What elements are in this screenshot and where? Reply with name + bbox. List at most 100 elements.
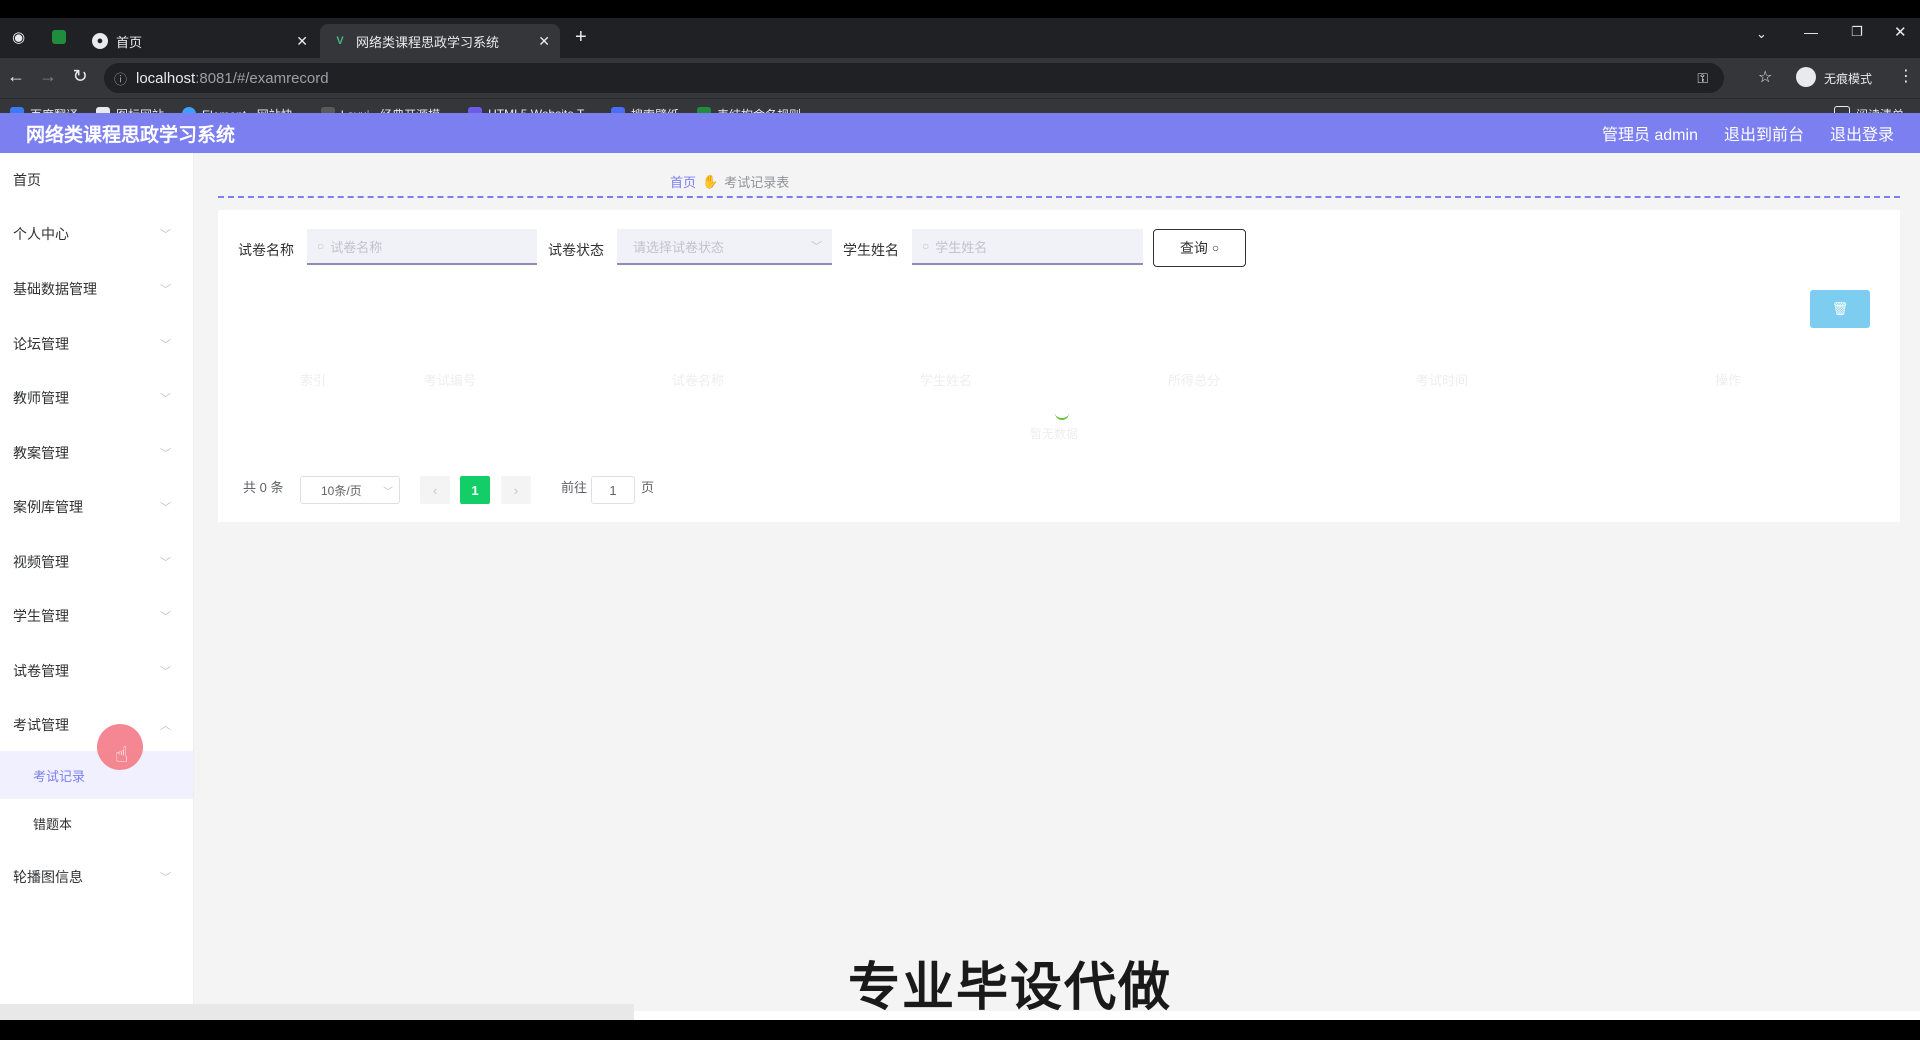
- breadcrumb-current: 考试记录表: [724, 175, 790, 190]
- column-header-index: 索引: [300, 373, 327, 388]
- app-header: 网络类课程思政学习系统 管理员 admin 退出到前台 退出登录: [0, 113, 1920, 153]
- prev-page-button[interactable]: ‹: [420, 476, 450, 504]
- delete-button[interactable]: 🗑: [1810, 290, 1870, 328]
- incognito-icon[interactable]: [1796, 67, 1816, 87]
- tab-home[interactable]: ● 首页 ✕: [80, 24, 318, 58]
- sidebar: 首页 个人中心 ﹀ 基础数据管理 ﹀ 论坛管理 ﹀ 教师管理 ﹀ 教案管理 ﹀ 案例库管理…: [0, 153, 194, 1011]
- paper-status-select[interactable]: 请选择试卷状态 ﹀: [617, 229, 832, 265]
- column-header-exam-id[interactable]: 考试编号: [424, 370, 476, 389]
- column-header-student-name[interactable]: 学生姓名: [920, 370, 972, 389]
- search-icon: ○: [317, 239, 325, 253]
- goto-suffix: 页: [641, 480, 655, 495]
- chevron-down-icon: ﹀: [160, 448, 171, 460]
- paper-name-input[interactable]: ○ 试卷名称: [307, 229, 537, 265]
- divider: [218, 196, 1900, 198]
- column-header-exam-time[interactable]: 考试时间: [1416, 370, 1468, 389]
- chevron-down-icon: ﹀: [383, 486, 393, 498]
- status-bar: [0, 1004, 634, 1020]
- chevron-down-icon: ﹀: [160, 872, 171, 884]
- vue-icon: V: [336, 35, 344, 47]
- forward-icon[interactable]: →: [36, 66, 60, 87]
- sidebar-item-videos[interactable]: 视频管理 ﹀: [0, 535, 193, 589]
- globe-icon: ●: [92, 33, 108, 49]
- sidebar-item-home[interactable]: 首页: [0, 153, 193, 207]
- app-title: 网络类课程思政学习系统: [26, 124, 236, 146]
- sidebar-item-case-library[interactable]: 案例库管理 ﹀: [0, 480, 193, 534]
- page-size-select[interactable]: 10条/页 ﹀: [300, 476, 400, 504]
- next-page-button[interactable]: ›: [501, 476, 531, 504]
- chevron-down-icon: ﹀: [160, 502, 171, 514]
- address-bar: ← → ↻ ⓘ localhost:8081/#/examrecord ⚿ ☆ …: [0, 58, 1920, 98]
- os-top-bar: [0, 0, 1920, 18]
- goto-prefix: 前往: [561, 480, 588, 495]
- tab-home-title: 首页: [116, 34, 143, 50]
- reload-icon[interactable]: ↻: [68, 66, 92, 87]
- browser-tab-strip: ◉ ● 首页 ✕ V 网络类课程思政学习系统 ✕ + ⌄ — ❐ ✕: [0, 18, 1920, 58]
- chevron-down-icon[interactable]: ⌄: [1756, 26, 1767, 42]
- empty-text: 暂无数据: [1030, 427, 1079, 441]
- watermark-text: 专业毕设代做: [848, 959, 1173, 1017]
- bell-icon: ✋: [702, 173, 719, 189]
- records-table: [230, 345, 1882, 465]
- chevron-down-icon: ﹀: [160, 393, 171, 405]
- restore-icon[interactable]: ❐: [1851, 24, 1863, 40]
- hand-cursor-icon: ☝: [115, 742, 129, 767]
- chevron-down-icon: ﹀: [160, 339, 171, 351]
- sidebar-item-personal[interactable]: 个人中心 ﹀: [0, 207, 193, 261]
- close-icon[interactable]: ✕: [296, 33, 308, 50]
- sidebar-item-papers[interactable]: 试卷管理 ﹀: [0, 644, 193, 698]
- chevron-down-icon: ﹀: [160, 229, 171, 241]
- goto-page-input[interactable]: 1: [591, 476, 635, 504]
- profile-label[interactable]: 无痕模式: [1824, 70, 1872, 87]
- close-icon[interactable]: ✕: [538, 33, 550, 50]
- minimize-icon[interactable]: —: [1804, 24, 1818, 40]
- chevron-down-icon: ﹀: [160, 557, 171, 569]
- sidebar-item-basic-data[interactable]: 基础数据管理 ﹀: [0, 262, 193, 316]
- student-name-input[interactable]: ○ 学生姓名: [912, 229, 1143, 265]
- student-name-label: 学生姓名: [843, 242, 899, 258]
- url-path: :8081/#/examrecord: [195, 69, 329, 87]
- page-number-current[interactable]: 1: [460, 476, 490, 504]
- logout-link[interactable]: 退出登录: [1830, 121, 1894, 145]
- sidebar-subitem-wrong-questions[interactable]: 错题本: [0, 799, 193, 847]
- url-field[interactable]: ⓘ localhost:8081/#/examrecord ⚿: [104, 63, 1724, 93]
- sidebar-subitem-exam-records[interactable]: 考试记录: [0, 751, 193, 799]
- chevron-down-icon: ﹀: [160, 666, 171, 678]
- url-host: localhost: [136, 69, 196, 87]
- tab-favicon-green[interactable]: [52, 30, 66, 44]
- chevron-down-icon: ﹀: [160, 611, 171, 623]
- sidebar-item-lesson-plans[interactable]: 教案管理 ﹀: [0, 426, 193, 480]
- tab-app-title: 网络类课程思政学习系统: [356, 34, 500, 50]
- breadcrumb: 首页 ✋ 考试记录表: [670, 172, 789, 191]
- kebab-menu-icon[interactable]: ⋮: [1898, 66, 1914, 86]
- query-button[interactable]: 查询 ○: [1153, 229, 1246, 267]
- new-tab-icon[interactable]: +: [575, 26, 587, 49]
- pagination-total: 共 0 条: [243, 480, 284, 495]
- column-header-actions: 操作: [1715, 373, 1742, 388]
- chevron-down-icon: ﹀: [160, 284, 171, 296]
- info-icon: ⓘ: [114, 71, 128, 87]
- star-icon[interactable]: ☆: [1758, 67, 1772, 87]
- sidebar-item-carousel[interactable]: 轮播图信息 ﹀: [0, 850, 193, 904]
- sidebar-item-teachers[interactable]: 教师管理 ﹀: [0, 371, 193, 425]
- key-icon[interactable]: ⚿: [1697, 70, 1708, 87]
- close-window-icon[interactable]: ✕: [1894, 23, 1907, 41]
- column-header-paper-name[interactable]: 试卷名称: [672, 370, 724, 389]
- os-bottom-bar: [0, 1020, 1920, 1040]
- sidebar-item-students[interactable]: 学生管理 ﹀: [0, 589, 193, 643]
- chevron-down-icon: ﹀: [811, 241, 822, 253]
- trash-icon: 🗑: [1831, 301, 1849, 316]
- column-header-total-score[interactable]: 所得总分: [1168, 370, 1220, 389]
- browser-menu-icon[interactable]: ◉: [12, 28, 25, 46]
- exit-to-front-link[interactable]: 退出到前台: [1724, 121, 1804, 145]
- tab-app[interactable]: V 网络类课程思政学习系统 ✕: [320, 24, 560, 58]
- sidebar-item-forum[interactable]: 论坛管理 ﹀: [0, 317, 193, 371]
- paper-status-label: 试卷状态: [548, 242, 604, 258]
- search-icon: ○: [922, 239, 930, 253]
- chevron-up-icon: ︿: [160, 720, 171, 732]
- back-icon[interactable]: ←: [4, 66, 28, 87]
- paper-name-label: 试卷名称: [238, 242, 294, 258]
- breadcrumb-home[interactable]: 首页: [670, 172, 696, 191]
- search-icon: ○: [1211, 241, 1220, 255]
- admin-user: 管理员 admin: [1601, 127, 1698, 144]
